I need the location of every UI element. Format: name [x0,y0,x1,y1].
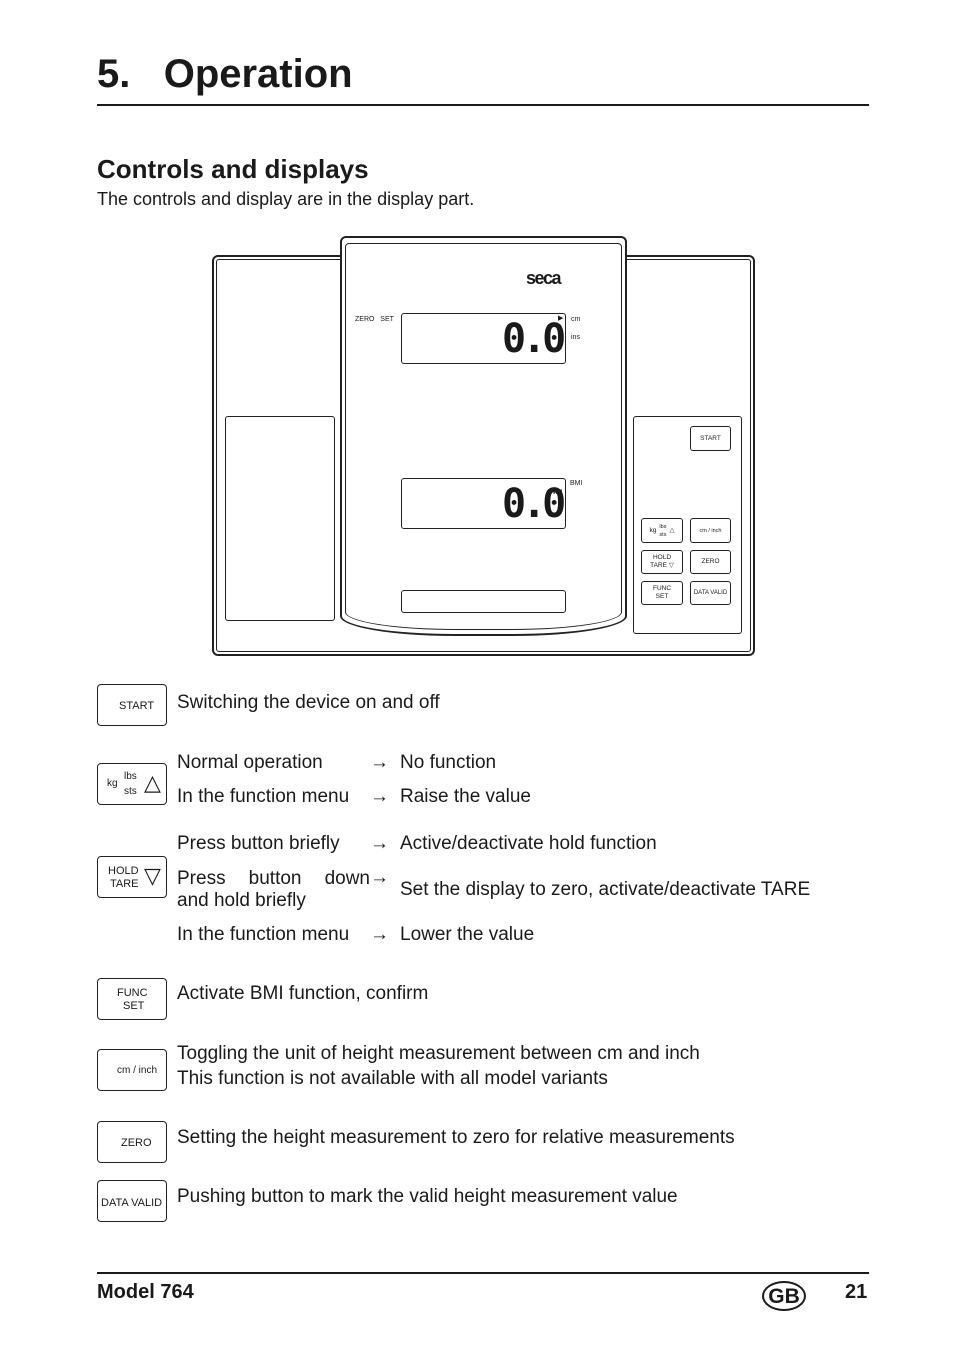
device-cm-inch-button[interactable]: cm / inch [690,518,731,543]
kg-action-2: In the function menu [177,786,350,807]
zero-set-label: ZERO SET [355,316,394,323]
device-zero-button[interactable]: ZERO [690,550,731,574]
title-rule [97,104,869,106]
data-valid-description: Pushing button to mark the valid height … [177,1186,678,1207]
brand-logo: seca [526,268,562,288]
kg-label: kg [553,487,563,496]
cm-label: cm [571,316,581,323]
hold-result-2: Set the display to zero, activate/deacti… [400,879,811,900]
arrow-icon: → [370,786,389,807]
device-kg-button[interactable]: kg lbs sts △ [641,518,683,543]
pointer-icon: ▶ [558,315,564,322]
zero-button: ZERO [97,1121,167,1163]
down-triangle-icon: ▽ [144,863,161,888]
cm-inch-button: cm / inch [97,1049,167,1091]
bmi-label: BMI [570,480,583,487]
ins-label: ins [571,334,580,341]
func-set-button: FUNC SET [97,978,167,1020]
height-value: 0.0 [502,316,566,362]
hold-action-1: Press button briefly [177,833,340,854]
hold-action-3: In the function menu [177,924,350,945]
section-intro: The controls and display are in the disp… [97,189,475,209]
start-button: START [97,684,167,726]
hold-action-2: Press button down and hold briefly [177,868,376,911]
model-label: Model 764 [97,1281,194,1303]
hold-tare-down-button: HOLD TARE ▽ [97,856,167,898]
hold-result-1: Active/deactivate hold function [400,833,657,854]
arrow-icon: → [370,924,389,945]
manual-page: 5. Operation Controls and displays The c… [0,0,954,1352]
device-func-set-button[interactable]: FUNC SET [641,581,683,605]
left-panel [225,416,335,621]
section-title: Controls and displays [97,154,369,184]
kg-result-2: Raise the value [400,786,531,807]
device-data-valid-button[interactable]: DATA VALID [690,581,731,605]
weight-display: 0.0 kg [401,478,566,529]
bottom-display [401,590,566,613]
zero-description: Setting the height measurement to zero f… [177,1127,735,1148]
footer-rule [97,1272,869,1274]
start-description: Switching the device on and off [177,692,440,713]
device-hold-tare-button[interactable]: HOLD TARE ▽ [641,550,683,574]
func-description: Activate BMI function, confirm [177,983,429,1004]
cm-inch-description-1: Toggling the unit of height measurement … [177,1043,700,1064]
kg-action-1: Normal operation [177,752,323,773]
kg-lbs-up-button: kg lbs sts △ [97,763,167,805]
device-start-button[interactable]: START [690,426,731,451]
cm-inch-description-2: This function is not available with all … [177,1068,608,1089]
height-display: 0.0 ▶ [401,313,566,364]
page-number: 21 [845,1281,868,1303]
language-badge: GB [762,1281,806,1311]
arrow-icon: → [370,833,389,854]
up-triangle-icon: △ [144,770,161,795]
arrow-icon: → [370,867,389,888]
arrow-icon: → [370,752,389,773]
page-title: 5. Operation [97,52,353,96]
data-valid-button: DATA VALID [97,1180,167,1222]
hold-result-3: Lower the value [400,924,535,945]
kg-result-1: No function [400,752,497,773]
